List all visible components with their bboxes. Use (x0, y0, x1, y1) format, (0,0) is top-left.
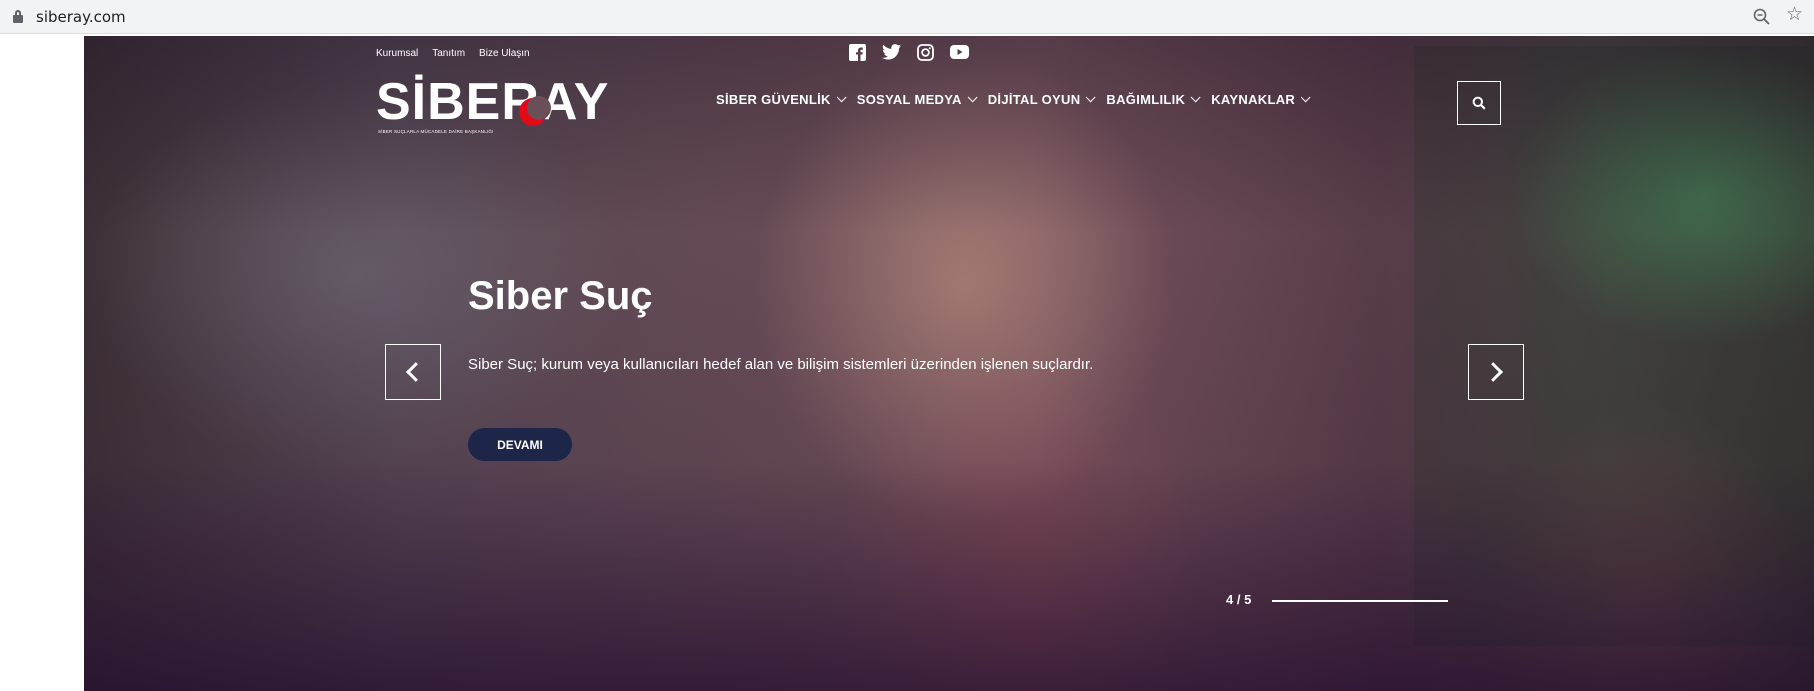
nav-bagimlilik[interactable]: BAĞIMLILIK (1106, 92, 1201, 107)
nav-kaynaklar[interactable]: KAYNAKLAR (1211, 92, 1311, 107)
search-icon (1472, 96, 1486, 110)
main-nav: SİBER GÜVENLİK SOSYAL MEDYA DİJİTAL OYUN… (716, 92, 1311, 107)
nav-sosyal-medya[interactable]: SOSYAL MEDYA (856, 92, 978, 107)
slide-description: Siber Suç; kurum veya kullanıcıları hede… (468, 356, 1094, 373)
top-link-bize-ulasin[interactable]: Bize Ulaşın (479, 48, 530, 59)
twitter-icon[interactable] (880, 42, 902, 62)
slide-counter: 4 / 5 (1226, 592, 1252, 607)
top-link-kurumsal[interactable]: Kurumsal (376, 48, 418, 59)
slider-prev-button[interactable] (385, 344, 441, 400)
slide-progress-bar (1272, 600, 1448, 602)
chevron-down-icon (967, 92, 978, 103)
siberay-logo[interactable]: SİBERAY SİBER SUÇLARLA MÜCADELE DAİRE BA… (376, 73, 610, 136)
star-icon[interactable]: ☆ (1786, 5, 1803, 24)
facebook-icon[interactable] (846, 42, 868, 62)
nav-label: SİBER GÜVENLİK (716, 92, 831, 107)
nav-siber-guvenlik[interactable]: SİBER GÜVENLİK (716, 92, 847, 107)
zoom-out-icon[interactable] (1752, 7, 1772, 27)
lock-icon[interactable] (13, 10, 23, 23)
chevron-right-icon (1483, 362, 1504, 382)
address-url[interactable]: siberay.com (36, 8, 126, 26)
slide-progress-fill (1272, 600, 1448, 602)
chevron-down-icon (836, 92, 847, 103)
instagram-icon[interactable] (914, 42, 936, 62)
chevron-left-icon (405, 362, 426, 382)
youtube-icon[interactable] (948, 42, 970, 62)
logo-tagline: SİBER SUÇLARLA MÜCADELE DAİRE BAŞKANLIĞI (378, 129, 494, 134)
top-links: Kurumsal Tanıtım Bize Ulaşın (376, 48, 530, 59)
devami-button[interactable]: DEVAMI (468, 428, 572, 461)
nav-label: SOSYAL MEDYA (856, 92, 962, 107)
top-link-tanitim[interactable]: Tanıtım (432, 48, 465, 59)
nav-label: BAĞIMLILIK (1106, 92, 1186, 107)
hero-slider: Kurumsal Tanıtım Bize Ulaşın SİBERAY SİB… (84, 36, 1814, 691)
logo-text: SİBERAY (376, 73, 610, 131)
nav-label: KAYNAKLAR (1211, 92, 1296, 107)
slider-next-button[interactable] (1468, 344, 1524, 400)
browser-address-bar: siberay.com ☆ (0, 0, 1814, 34)
search-button[interactable] (1457, 81, 1501, 125)
nav-dijital-oyun[interactable]: DİJİTAL OYUN (987, 92, 1096, 107)
nav-label: DİJİTAL OYUN (987, 92, 1081, 107)
slide-title: Siber Suç (468, 274, 653, 318)
chevron-down-icon (1190, 92, 1201, 103)
crescent-cut (527, 96, 551, 120)
social-links (846, 42, 970, 62)
chevron-down-icon (1086, 92, 1096, 103)
